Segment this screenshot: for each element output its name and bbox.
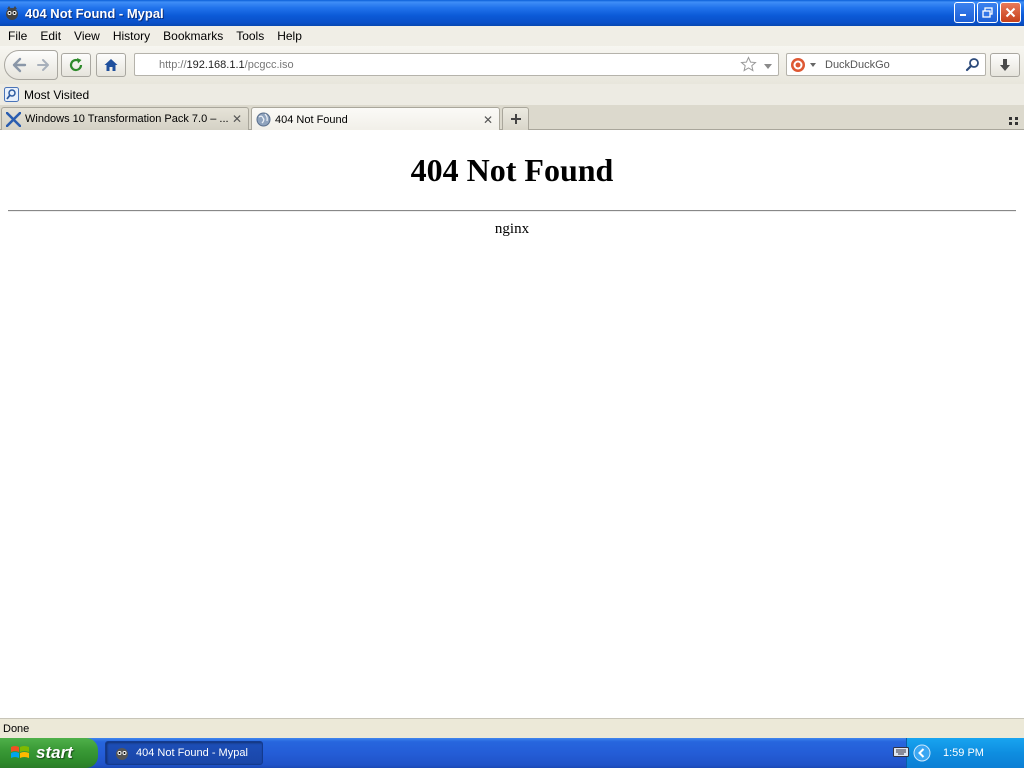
download-arrow-icon	[1000, 59, 1010, 71]
menu-tools[interactable]: Tools	[231, 29, 272, 43]
menu-view[interactable]: View	[69, 29, 108, 43]
close-button[interactable]	[1000, 2, 1021, 23]
menu-history[interactable]: History	[108, 29, 158, 43]
bookmark-most-visited[interactable]: Most Visited	[24, 88, 89, 102]
tab-favicon-icon	[6, 111, 21, 127]
taskbar: start 404 Not Found - Mypal 1:59 PM	[0, 738, 1024, 768]
back-button[interactable]	[6, 52, 32, 78]
menu-file[interactable]: File	[3, 29, 35, 43]
keyboard-icon[interactable]	[893, 746, 909, 761]
url-path: /pcgcc.iso	[244, 58, 294, 71]
url-host: 192.168.1.1	[186, 58, 245, 71]
server-name: nginx	[494, 221, 530, 237]
restore-button[interactable]	[977, 2, 998, 23]
close-icon	[1005, 7, 1016, 18]
search-bar[interactable]: DuckDuckGo	[786, 53, 986, 76]
list-all-tabs-icon[interactable]	[1009, 114, 1019, 128]
minimize-button[interactable]	[954, 2, 975, 23]
back-forward-group	[4, 50, 58, 80]
forward-button[interactable]	[32, 52, 54, 78]
url-history-dropdown-icon[interactable]	[763, 60, 773, 74]
reload-button[interactable]	[61, 53, 91, 77]
start-button[interactable]: start	[0, 738, 98, 768]
mypal-app-icon	[114, 745, 130, 761]
window-title: 404 Not Found - Mypal	[25, 5, 164, 21]
divider	[8, 210, 1016, 212]
menu-bookmarks[interactable]: Bookmarks	[158, 29, 231, 43]
start-label: start	[36, 743, 73, 762]
menu-bar: File Edit View History Bookmarks Tools H…	[0, 26, 1024, 46]
tab-windows10-transformation[interactable]: Windows 10 Transformation Pack 7.0 – ...…	[1, 107, 249, 130]
status-text: Done	[3, 722, 30, 735]
menu-help[interactable]: Help	[272, 29, 310, 43]
status-bar: Done	[0, 718, 1024, 738]
plus-icon	[510, 114, 521, 124]
home-button[interactable]	[96, 53, 126, 77]
tab-close-icon[interactable]: ✕	[231, 112, 243, 126]
taskbar-item-label: 404 Not Found - Mypal	[136, 747, 248, 759]
tab-strip: Windows 10 Transformation Pack 7.0 – ...…	[0, 105, 1024, 131]
home-icon	[104, 59, 118, 71]
most-visited-icon	[4, 87, 19, 102]
minimize-icon	[960, 14, 966, 16]
url-scheme: http://	[159, 58, 187, 71]
tab-label: Windows 10 Transformation Pack 7.0 – ...	[25, 113, 229, 125]
bookmarks-toolbar: Most Visited	[0, 84, 1024, 105]
tab-close-icon[interactable]: ✕	[482, 113, 494, 127]
clock: 1:59 PM	[943, 747, 984, 759]
mypal-app-icon	[4, 5, 20, 21]
search-engine-selector[interactable]	[790, 57, 817, 73]
show-hidden-icons-icon[interactable]	[913, 744, 931, 762]
chevron-down-icon	[810, 62, 816, 67]
globe-icon	[256, 112, 271, 127]
forward-arrow-icon	[37, 59, 49, 71]
tab-label: 404 Not Found	[275, 113, 348, 126]
url-bar[interactable]: http://192.168.1.1/pcgcc.iso	[134, 53, 779, 76]
window-titlebar[interactable]: 404 Not Found - Mypal	[0, 0, 1024, 26]
menu-edit[interactable]: Edit	[35, 29, 69, 43]
page-heading: 404 Not Found	[410, 152, 614, 188]
bookmark-star-icon[interactable]	[740, 56, 757, 76]
tab-404-not-found[interactable]: 404 Not Found ✕	[251, 107, 500, 131]
new-tab-button[interactable]	[502, 107, 529, 130]
page-content: 404 Not Found nginx	[0, 130, 1024, 718]
back-arrow-icon	[12, 57, 27, 73]
reload-icon	[69, 58, 83, 72]
taskbar-item-mypal[interactable]: 404 Not Found - Mypal	[105, 741, 263, 765]
search-input[interactable]: DuckDuckGo	[825, 59, 890, 71]
downloads-button[interactable]	[990, 53, 1020, 77]
windows-flag-icon	[10, 744, 30, 762]
search-icon[interactable]	[965, 57, 980, 75]
system-tray: 1:59 PM	[893, 738, 1024, 768]
restore-icon	[982, 7, 993, 18]
duckduckgo-icon	[791, 57, 805, 72]
